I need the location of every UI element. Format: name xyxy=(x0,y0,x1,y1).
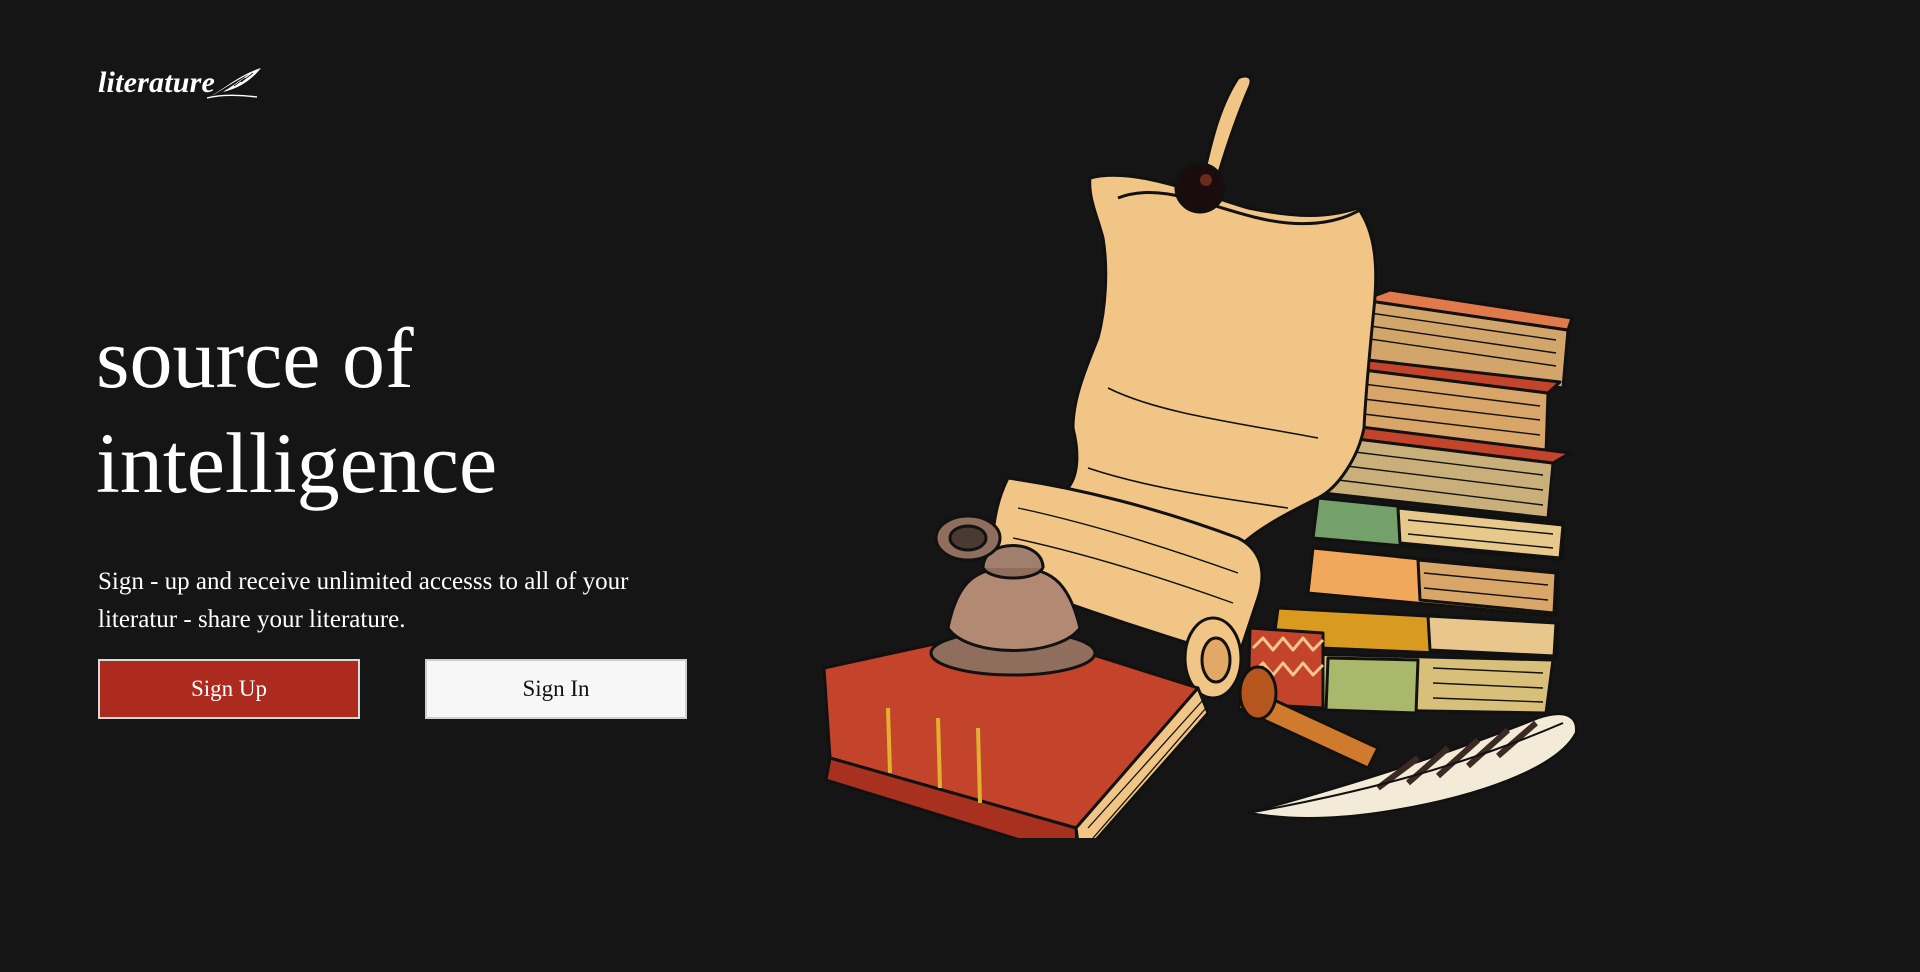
hero-subtext: Sign - up and receive unlimited accesss … xyxy=(98,568,629,633)
brand-logo[interactable]: literature xyxy=(98,64,263,99)
sign-in-button[interactable]: Sign In xyxy=(425,659,687,719)
hero-headline: source of intelligence xyxy=(96,306,497,516)
feather-icon xyxy=(207,68,262,99)
logo-text: literature xyxy=(98,66,216,99)
landing-page: literature source of intelligence Sign -… xyxy=(0,0,1920,972)
sign-up-button[interactable]: Sign Up xyxy=(98,659,360,719)
headline-line-2: intelligence xyxy=(96,415,498,511)
books-scroll-illustration xyxy=(822,74,1578,838)
quill-top xyxy=(1174,74,1253,214)
headline-line-1: source of xyxy=(96,310,414,406)
